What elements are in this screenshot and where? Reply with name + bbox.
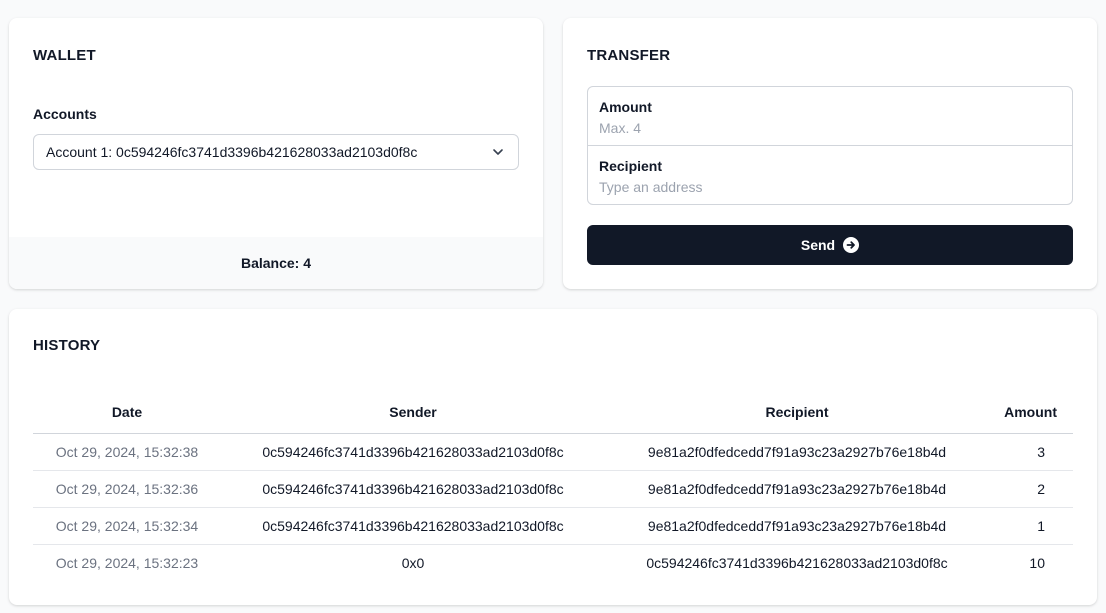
cell-sender: 0x0 — [401, 554, 425, 571]
transfer-form: Amount Recipient — [587, 86, 1073, 205]
transfer-title: TRANSFER — [587, 47, 671, 64]
account-select[interactable]: Account 1: 0c594246fc3741d3396b421628033… — [33, 134, 519, 170]
amount-input[interactable] — [599, 120, 1061, 136]
cell-recipient: 9e81a2f0dfedcedd7f91a93c23a2927b76e18b4d — [605, 433, 989, 471]
cell-date: Oct 29, 2024, 15:32:36 — [33, 470, 221, 508]
cell-amount: 1 — [989, 507, 1073, 545]
cell-amount: 10 — [1029, 554, 1045, 571]
table-row: Oct 29, 2024, 15:32:36 0c594246fc3741d33… — [33, 470, 1073, 508]
amount-label: Amount — [599, 99, 652, 115]
table-row: Oct 29, 2024, 15:32:34 0c594246fc3741d33… — [33, 507, 1073, 545]
send-button[interactable]: Send — [587, 225, 1073, 265]
column-header-amount: Amount — [989, 391, 1073, 434]
cell-date: Oct 29, 2024, 15:32:38 — [33, 433, 221, 471]
chevron-down-icon — [490, 144, 506, 160]
accounts-label: Accounts — [33, 106, 97, 122]
recipient-input[interactable] — [599, 179, 1061, 195]
account-select-value: Account 1: 0c594246fc3741d3396b421628033… — [46, 144, 418, 160]
amount-field-group: Amount — [588, 87, 1072, 146]
arrow-right-circle-icon — [843, 237, 860, 253]
cell-sender: 0c594246fc3741d3396b421628033ad2103d0f8c — [221, 507, 605, 545]
transfer-card: TRANSFER Amount Recipient Send — [563, 18, 1097, 289]
recipient-field-group: Recipient — [588, 146, 1072, 204]
cell-sender: 0c594246fc3741d3396b421628033ad2103d0f8c — [221, 470, 605, 508]
history-title: HISTORY — [33, 337, 101, 354]
history-card: HISTORY Date Sender Recipient Amount Oct… — [9, 309, 1097, 605]
history-header-row: Date Sender Recipient Amount — [33, 391, 1073, 434]
history-table: Date Sender Recipient Amount Oct 29, 202… — [33, 391, 1073, 581]
cell-amount: 3 — [989, 433, 1073, 471]
wallet-card: WALLET Accounts Account 1: 0c594246fc374… — [9, 18, 543, 289]
cell-date: Oct 29, 2024, 15:32:34 — [33, 507, 221, 545]
table-row: Oct 29, 2024, 15:32:23 0x0 0c594246fc374… — [33, 544, 1073, 581]
cell-recipient: 9e81a2f0dfedcedd7f91a93c23a2927b76e18b4d — [605, 470, 989, 508]
recipient-label: Recipient — [599, 158, 663, 174]
send-button-label: Send — [800, 237, 836, 253]
cell-recipient: 9e81a2f0dfedcedd7f91a93c23a2927b76e18b4d — [605, 507, 989, 545]
cell-amount: 2 — [989, 470, 1073, 508]
wallet-title: WALLET — [33, 47, 96, 64]
column-header-recipient: Recipient — [605, 391, 989, 434]
column-header-sender: Sender — [221, 391, 605, 434]
table-row: Oct 29, 2024, 15:32:38 0c594246fc3741d33… — [33, 433, 1073, 471]
cell-sender: 0c594246fc3741d3396b421628033ad2103d0f8c — [221, 433, 605, 471]
balance-text: Balance: 4 — [240, 255, 312, 271]
cell-recipient: 0c594246fc3741d3396b421628033ad2103d0f8c — [646, 554, 948, 571]
column-header-date: Date — [33, 391, 221, 434]
cell-date: Oct 29, 2024, 15:32:23 — [55, 554, 199, 571]
balance-footer: Balance: 4 — [9, 237, 543, 289]
